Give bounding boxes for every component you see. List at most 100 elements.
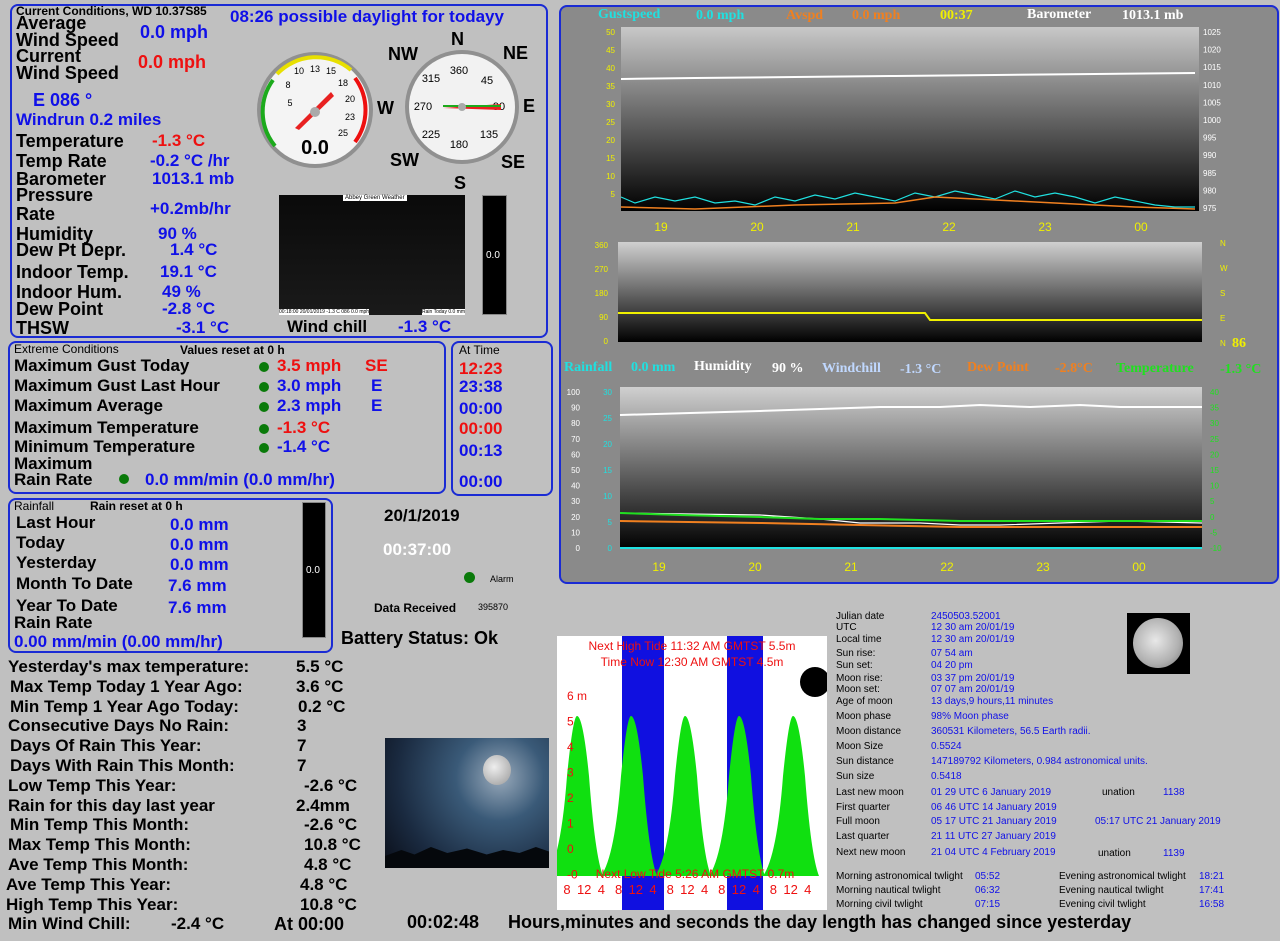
avg-wind-value: 0.0 mph [140, 22, 209, 42]
rainfall-reset: Rain reset at 0 h [90, 499, 183, 513]
axis-tick: 1010 [1203, 81, 1221, 90]
axis-tick: 270 [595, 265, 609, 274]
astro-value: 07 07 am 20/01/19 [931, 684, 1015, 695]
twilight-value: 16:58 [1199, 899, 1225, 910]
gauge-tick: 20 [345, 94, 355, 104]
axis-tick: 15 [603, 466, 612, 475]
extreme-row-value: -1.3 °C [277, 418, 331, 437]
webcam-image: Abbey Green Weather 00:18:00 20/01/2019 … [279, 195, 465, 315]
axis-tick: 25 [603, 414, 612, 423]
stat-value: 7 [297, 736, 307, 756]
stat-value: 2.4mm [296, 795, 350, 815]
twilight-label: Morning civil twlight [836, 899, 923, 910]
axis-tick: 975 [1203, 204, 1217, 213]
extreme-row-dir: E [371, 396, 383, 415]
axis-tick: 25 [606, 118, 615, 127]
stat-value: -2.4 °C [171, 914, 225, 934]
stat-value: 3 [297, 716, 307, 736]
compass-nw: NW [388, 44, 418, 64]
astro-label: Moon phase [836, 711, 892, 722]
extreme-time-header: At Time [459, 343, 500, 357]
tide-x-tick: 8 [718, 882, 725, 897]
astro-label: Sun rise: [836, 648, 876, 659]
daylight-text: 08:26 possible daylight for todayy [230, 7, 504, 26]
status-date: 20/1/2019 [384, 506, 460, 525]
astro-value: 04 20 pm [931, 660, 973, 671]
wind-direction-value: 86 [1232, 336, 1246, 351]
axis-tick: 5 [611, 190, 616, 199]
current-row-label: THSW [16, 318, 69, 338]
axis-tick: 1025 [1203, 28, 1221, 37]
windchill-graph-value: -1.3 °C [900, 362, 942, 377]
tide-x-tick: 12 [680, 882, 694, 897]
astro-label: UTC [836, 622, 857, 633]
lunation2-value: 1139 [1163, 848, 1185, 859]
axis-tick: 10 [603, 492, 612, 501]
extreme-row-value: 3.5 mph [277, 356, 342, 375]
compass-sw: SW [390, 150, 419, 170]
gust-label: Gustspeed [598, 7, 661, 22]
extreme-row-label: Maximum Gust Today [14, 356, 190, 375]
tide-y-tick: 5 [567, 715, 574, 729]
tide-x-tick: 4 [598, 882, 605, 897]
moon-phase-image [1127, 613, 1190, 674]
axis-tick: 35 [1210, 404, 1219, 413]
axis-tick: 20 [750, 220, 764, 234]
rain-rate-led [119, 474, 129, 484]
extreme-reset: Values reset at 0 h [180, 343, 285, 357]
axis-tick: -5 [1210, 528, 1218, 537]
stat-value: 3.6 °C [296, 676, 344, 696]
current-row-value: +0.2mb/hr [150, 199, 231, 218]
axis-tick: 20 [603, 440, 612, 449]
tide-x-tick: 4 [753, 882, 760, 897]
extreme-row-led [259, 424, 269, 434]
stat-value: -2.6 °C [304, 815, 358, 835]
astro-value: 21 11 UTC 27 January 2019 [931, 831, 1056, 842]
astro-value: 0.5524 [931, 741, 962, 752]
axis-tick: 90 [599, 313, 608, 322]
stat-value: 10.8 °C [300, 894, 357, 914]
astro-value: 05 17 UTC 21 January 2019 [931, 816, 1057, 827]
stat-label: Consecutive Days No Rain: [8, 716, 230, 736]
tide-x-tick: 12 [577, 882, 591, 897]
extreme-row-time: 00:00 [459, 419, 503, 438]
full-moon-2: 05:17 UTC 21 January 2019 [1095, 816, 1221, 827]
twilight-value: 06:32 [975, 885, 1001, 896]
tide-chart: 6 m543210-0 8 12 4 8 12 4 8 12 4 8 12 4 8 12 4 Next Hi… [557, 636, 827, 910]
current-row-label: Rate [16, 204, 56, 224]
axis-tick: 0 [576, 544, 581, 553]
tide-x-tick: 8 [563, 882, 570, 897]
axis-tick: 21 [844, 560, 858, 574]
tide-y-tick: 2 [567, 791, 574, 805]
tide-now: Time Now 12:30 AM GMTST 4.5m [601, 655, 784, 669]
tide-x-tick: 8 [770, 882, 777, 897]
cur-wind-value: 0.0 mph [138, 52, 207, 72]
axis-tick: 15 [606, 154, 615, 163]
stat-label: Min Temp 1 Year Ago Today: [10, 696, 239, 716]
gauge-tick: 18 [338, 78, 348, 88]
compass-tick: 315 [422, 73, 440, 85]
wind-baro-graph: 50 45 40 35 30 25 20 15 10 5 1025 1020 1015 1010 1005… [606, 27, 1221, 234]
astro-value: 03 37 pm 20/01/19 [931, 673, 1015, 684]
baro-label: Barometer [1027, 7, 1092, 22]
axis-tick: 5 [608, 518, 613, 527]
astro-label: Last new moon [836, 787, 904, 798]
current-row-label: Dew Pt Depr. [16, 240, 127, 260]
compass-s: S [454, 173, 467, 193]
alarm-led [464, 572, 475, 583]
rain-row-value: 7.6 mm [168, 576, 227, 595]
current-row-value: -1.3 °C [152, 131, 206, 150]
stat-value: 0.2 °C [298, 696, 346, 716]
tide-y-tick: 1 [567, 817, 574, 831]
rain-bar-value: 0.0 [306, 565, 320, 576]
twilight-label: Evening nautical twlight [1059, 885, 1164, 896]
rain-rate-time: 00:00 [459, 472, 503, 491]
lunation2-label: unation [1098, 848, 1131, 859]
astro-label: Moon Size [836, 741, 884, 752]
axis-tick: 22 [942, 220, 956, 234]
astro-value: 01 29 UTC 6 January 2019 [931, 787, 1052, 798]
day-length-text: Hours,minutes and seconds the day length… [508, 912, 1132, 932]
stat-label: Min Wind Chill: [8, 914, 131, 934]
twilight-value: 07:15 [975, 899, 1001, 910]
astro-value: 147189792 Kilometers, 0.984 astronomical… [931, 756, 1148, 767]
